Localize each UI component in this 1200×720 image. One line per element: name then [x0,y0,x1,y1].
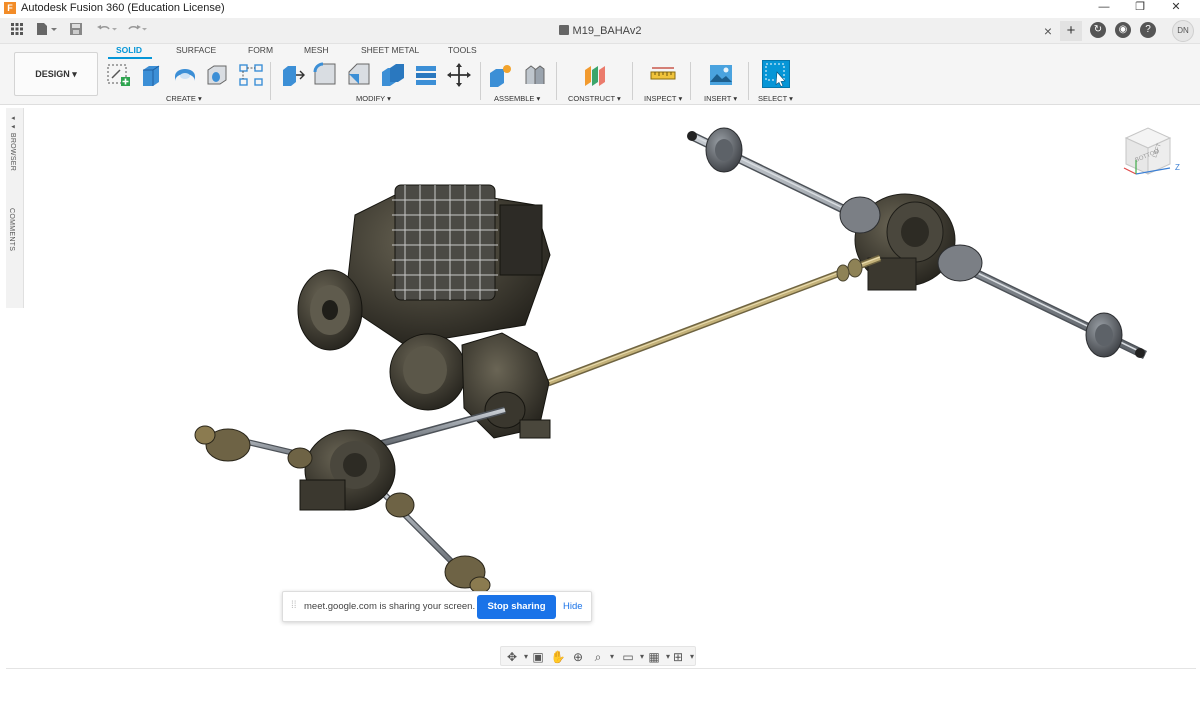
ribbon-separator [480,62,481,100]
close-window-button[interactable]: ✕ [1156,0,1196,16]
hide-button[interactable]: Hide [563,601,583,612]
viewcube[interactable]: BOTTOM LEFT Z [1110,122,1186,188]
quick-access-toolbar: M19_BAHAv2 × + ↻ ◉ ? DN [0,18,1200,44]
measure-icon[interactable] [650,62,676,88]
combine-icon[interactable] [413,62,439,88]
front-driveshaft [364,406,506,452]
restore-button[interactable]: ❐ [1120,0,1160,16]
ribbon-separator [556,62,557,100]
inspect-menu[interactable]: INSPECT ▾ [644,94,682,103]
workspace-switcher[interactable]: DESIGN ▾ [14,52,98,96]
modify-menu[interactable]: MODIFY ▾ [356,94,391,103]
select-icon[interactable] [762,60,790,88]
tab-surface[interactable]: SURFACE [176,45,216,55]
look-at-icon[interactable]: ▣ [529,650,547,664]
new-tab-button[interactable]: + [1060,21,1082,41]
offset-plane-icon[interactable] [582,62,608,88]
document-name: M19_BAHAv2 [572,25,642,37]
move-copy-icon[interactable] [446,62,472,88]
help-icon[interactable]: ? [1140,22,1156,38]
ribbon-separator [270,62,271,100]
chamfer-icon[interactable] [346,62,372,88]
pan-icon[interactable]: ✋ [549,650,567,664]
user-avatar[interactable]: DN [1172,20,1194,42]
save-icon[interactable] [68,21,84,41]
main-driveshaft [546,254,882,387]
component-icon [558,25,569,35]
document-tab[interactable]: M19_BAHAv2 [150,18,1050,44]
screen-share-banner: ⁞⁞ meet.google.com is sharing your scree… [282,591,592,622]
browser-label[interactable]: ◂◂ BROWSER [8,114,16,171]
grid-menu-icon[interactable] [8,21,26,41]
title-bar: F Autodesk Fusion 360 (Education License… [0,0,1200,16]
window-title: Autodesk Fusion 360 (Education License) [21,2,225,14]
tab-sheet-metal[interactable]: SHEET METAL [361,45,419,55]
drivetrain-model [194,127,1147,594]
viewports-dropdown-icon[interactable]: ▾ [683,650,701,664]
zoom-icon[interactable]: ⊕ [569,650,587,664]
navigation-toolbar: ✥ ▾ ▣ ✋ ⊕ ⌕ ▾ ▭ ▾ ▦ ▾ ⊞ ▾ [500,646,696,666]
rear-differential [839,193,983,291]
comments-label[interactable]: COMMENTS [8,208,15,251]
toolbar-ribbon: DESIGN ▾ SOLID SURFACE FORM MESH SHEET M… [0,44,1200,105]
redo-icon[interactable] [124,21,150,41]
tab-form[interactable]: FORM [248,45,273,55]
ribbon-separator [748,62,749,100]
file-icon[interactable] [34,21,60,41]
active-tab-indicator [108,57,152,59]
timeline-divider [6,668,1196,669]
stop-sharing-button[interactable]: Stop sharing [477,595,556,619]
viewcube-axis-z: Z [1175,163,1180,172]
share-message: meet.google.com is sharing your screen. [304,601,476,612]
tab-solid[interactable]: SOLID [116,45,142,55]
extrude-icon[interactable] [138,62,164,88]
insert-image-icon[interactable] [708,62,734,88]
undo-icon[interactable] [94,21,120,41]
revolve-icon[interactable] [172,62,198,88]
pattern-icon[interactable] [238,62,264,88]
new-component-icon[interactable] [488,62,514,88]
assemble-menu[interactable]: ASSEMBLE ▾ [494,94,540,103]
construct-menu[interactable]: CONSTRUCT ▾ [568,94,621,103]
ribbon-separator [632,62,633,100]
browser-panel[interactable]: ◂◂ BROWSER COMMENTS [6,108,24,308]
ribbon-separator [690,62,691,100]
transmission [461,332,551,439]
3d-viewport[interactable] [0,105,1200,670]
insert-menu[interactable]: INSERT ▾ [704,94,737,103]
tab-mesh[interactable]: MESH [304,45,329,55]
joint-icon[interactable] [522,62,548,88]
fusion-logo-icon: F [4,2,16,14]
create-sketch-icon[interactable] [106,62,132,88]
front-axle [194,425,491,594]
create-menu[interactable]: CREATE ▾ [166,94,202,103]
fillet-icon[interactable] [312,62,338,88]
extensions-icon[interactable]: ↻ [1090,22,1106,38]
job-status-icon[interactable]: ◉ [1115,22,1131,38]
shell-icon[interactable] [380,62,406,88]
hole-icon[interactable] [204,62,230,88]
close-tab-button[interactable]: × [1040,21,1056,41]
drag-handle-icon[interactable]: ⁞⁞ [291,600,297,611]
tab-tools[interactable]: TOOLS [448,45,477,55]
press-pull-icon[interactable] [280,62,306,88]
minimize-button[interactable]: — [1084,0,1124,16]
select-menu[interactable]: SELECT ▾ [758,94,793,103]
